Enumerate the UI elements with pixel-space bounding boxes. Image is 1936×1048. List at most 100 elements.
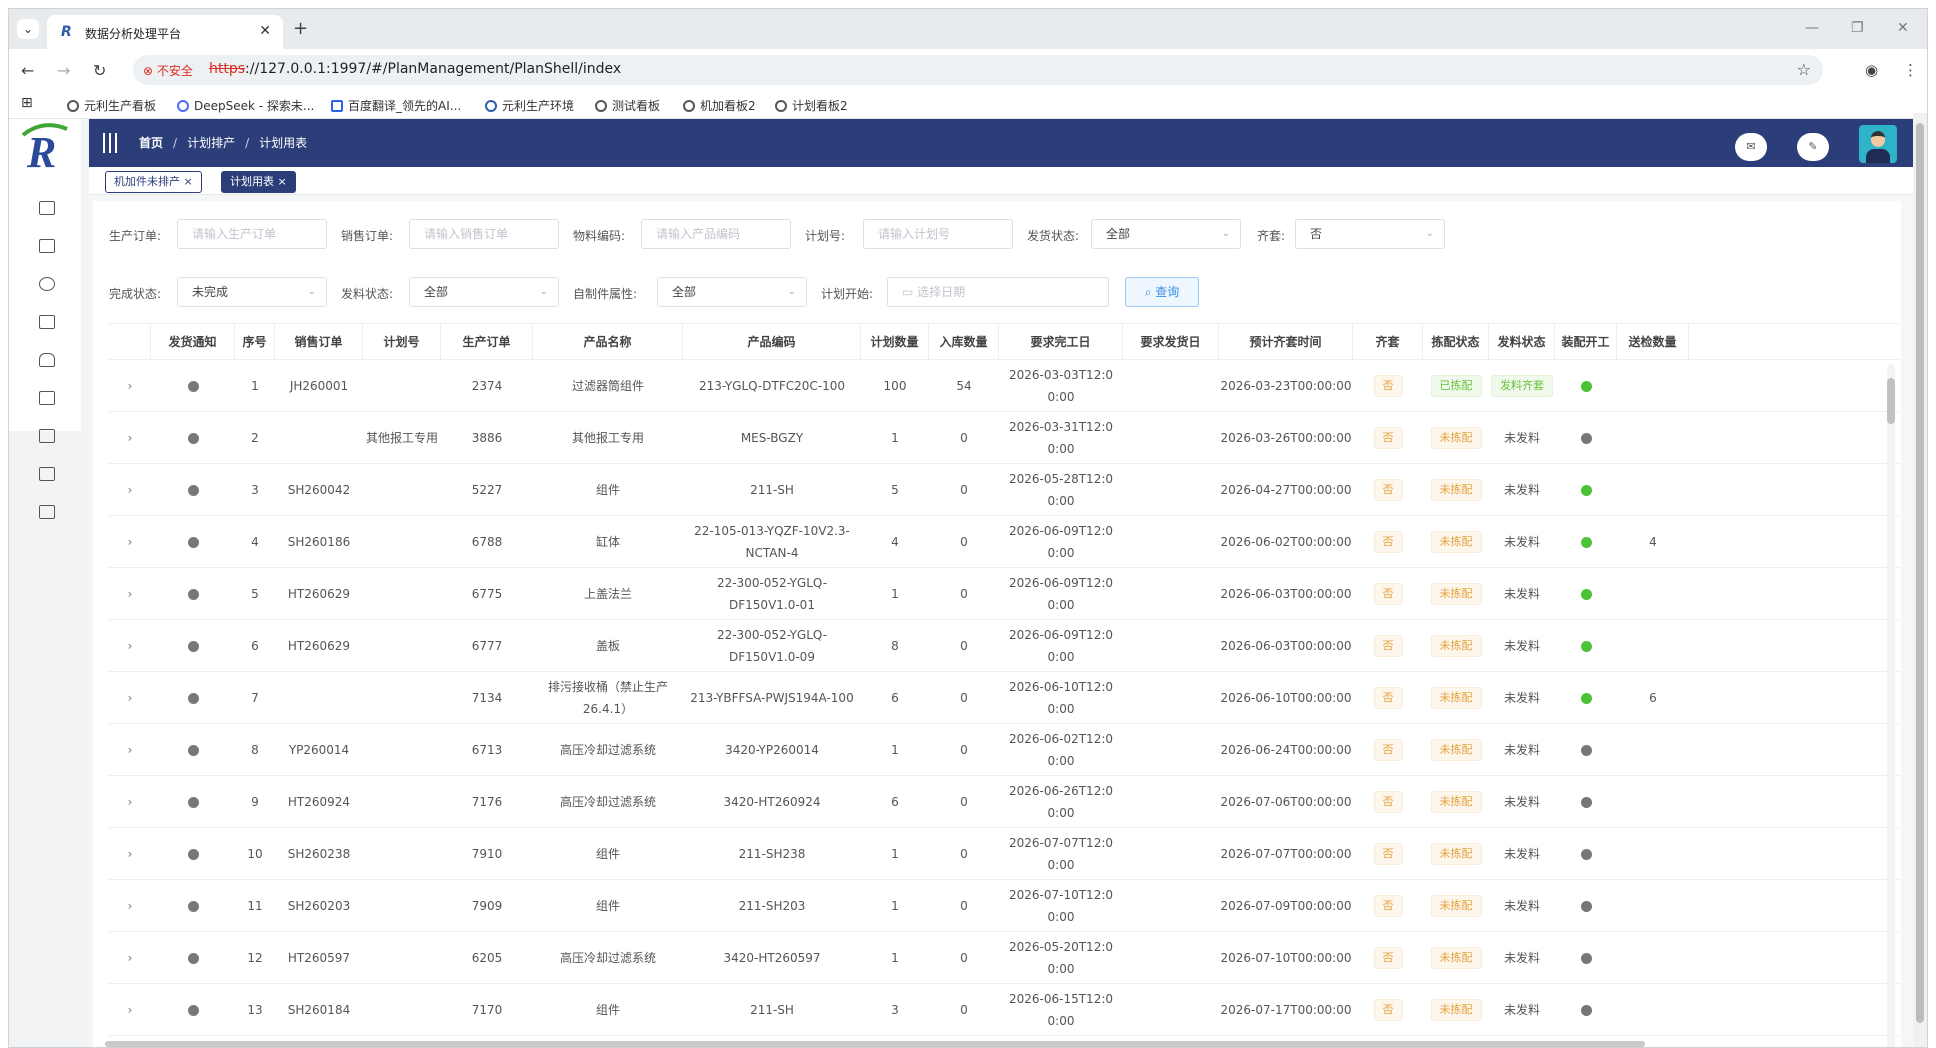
table-row[interactable]: › 9 HT260924 7176 高压冷却过滤系统 3420-HT260924 6 0 202… <box>109 776 1899 828</box>
table-row[interactable]: › 6 HT260629 6777 盖板 22-300-052-YGLQ-DF150V1.… <box>109 620 1899 672</box>
printer-icon[interactable] <box>39 391 55 405</box>
table-row[interactable]: › 12 HT260597 6205 高压冷却过滤系统 3420-HT260597 1 0 20… <box>109 932 1899 984</box>
ship-status-select[interactable]: 全部 ⌄ <box>1091 219 1241 249</box>
bookmark-star-icon[interactable]: ☆ <box>1797 60 1811 79</box>
bookmark-item[interactable]: 计划看板2 <box>775 97 848 114</box>
query-button[interactable]: ⌕ 查询 <box>1125 277 1199 307</box>
material-code-input[interactable]: 请输入产品编码 <box>641 219 791 249</box>
due-date-line2: 0:00 <box>1047 806 1075 820</box>
table-row[interactable]: › 13 SH260184 7170 组件 211-SH 3 0 2026-06-15T12:0… <box>109 984 1899 1036</box>
url-bar[interactable]: ⊗ 不安全 https://127.0.0.1:1997/#/PlanManag… <box>133 55 1823 85</box>
edit-icon[interactable]: ✎ <box>1797 133 1829 161</box>
tag-plan-table[interactable]: 计划用表 × <box>221 171 296 193</box>
plan-no-input[interactable]: 请输入计划号 <box>863 219 1013 249</box>
report-icon[interactable] <box>39 315 55 329</box>
calendar-icon[interactable] <box>39 505 55 519</box>
reload-icon[interactable]: ↻ <box>93 61 106 80</box>
bookmark-item[interactable]: 百度翻译_领先的AI... <box>331 97 461 114</box>
expand-row-icon[interactable]: › <box>128 739 133 761</box>
page-scrollbar[interactable] <box>1913 113 1927 1047</box>
table-cell: 2026-06-10T12:0 0:00 <box>999 672 1123 724</box>
table-row[interactable]: › 3 SH260042 5227 组件 211-SH 5 0 2026-05-28T12:0 0… <box>109 464 1899 516</box>
issue-status-select[interactable]: 全部 ⌄ <box>409 277 559 307</box>
tab-search-button[interactable]: ⌄ <box>17 19 39 39</box>
table-row[interactable]: › 11 SH260203 7909 组件 211-SH203 1 0 2026-07-10T1… <box>109 880 1899 932</box>
insecure-badge[interactable]: ⊗ 不安全 <box>143 62 193 79</box>
table-row[interactable]: › 5 HT260629 6775 上盖法兰 22-300-052-YGLQ-DF150V… <box>109 568 1899 620</box>
column-header: 齐套 <box>1353 324 1423 360</box>
stamp-icon[interactable] <box>39 353 55 367</box>
column-header: 计划号 <box>363 324 441 360</box>
bookmark-item[interactable]: 测试看板 <box>595 97 660 114</box>
table-cell: 1 <box>861 568 929 620</box>
table-cell: SH260238 <box>275 828 363 880</box>
message-icon[interactable]: ✉ <box>1735 133 1767 161</box>
assembly-start-dot <box>1580 640 1592 652</box>
profile-icon[interactable]: ◉ <box>1865 61 1878 79</box>
expand-row-icon[interactable]: › <box>128 479 133 501</box>
display-icon[interactable] <box>39 467 55 481</box>
back-icon[interactable]: ← <box>21 61 34 80</box>
expand-row-icon[interactable]: › <box>128 583 133 605</box>
expand-row-icon[interactable]: › <box>128 635 133 657</box>
url-text[interactable]: https://127.0.0.1:1997/#/PlanManagement/… <box>209 61 621 77</box>
document-search-icon[interactable] <box>39 239 55 253</box>
complete-set-select[interactable]: 否 ⌄ <box>1295 219 1445 249</box>
plan-start-datepicker[interactable]: ▭ 选择日期 <box>887 277 1109 307</box>
menu-toggle-icon[interactable] <box>103 133 121 153</box>
expand-row-icon[interactable]: › <box>128 687 133 709</box>
finish-status-select[interactable]: 未完成 ⌄ <box>177 277 327 307</box>
table-vertical-scrollbar[interactable] <box>1887 364 1895 1047</box>
pick-status-badge: 未拣配 <box>1430 479 1482 501</box>
forward-icon[interactable]: → <box>57 61 70 80</box>
page-scrollbar-thumb[interactable] <box>1916 123 1924 1023</box>
table-cell: 未发料 <box>1489 828 1555 880</box>
expand-row-icon[interactable]: › <box>128 895 133 917</box>
plan-qty-value: 3 <box>891 1003 899 1017</box>
browser-tab[interactable]: R 数据分析处理平台 ✕ <box>47 15 283 49</box>
expand-row-icon[interactable]: › <box>128 375 133 397</box>
close-tab-icon[interactable]: ✕ <box>259 23 271 39</box>
table-cell <box>1617 464 1689 516</box>
table-row[interactable]: › 1 JH260001 2374 过滤器筒组件 213-YGLQ-DTFC20C-100… <box>109 360 1899 412</box>
self-made-select[interactable]: 全部 ⌄ <box>657 277 807 307</box>
expand-row-icon[interactable]: › <box>128 947 133 969</box>
maximize-icon[interactable]: ❐ <box>1851 20 1864 36</box>
monitor-icon[interactable] <box>39 201 55 215</box>
user-avatar[interactable] <box>1859 125 1897 163</box>
expand-row-icon[interactable]: › <box>128 427 133 449</box>
expand-row-icon[interactable]: › <box>128 999 133 1021</box>
tools-icon[interactable] <box>39 277 55 291</box>
table-row[interactable]: › 8 YP260014 6713 高压冷却过滤系统 3420-YP260014 1 0 202… <box>109 724 1899 776</box>
due-date-value: 2026-07-07T12:0 0:00 <box>1009 832 1113 876</box>
expand-row-icon[interactable]: › <box>128 843 133 865</box>
sales-order-input[interactable]: 请输入销售订单 <box>409 219 559 249</box>
breadcrumb-item[interactable]: 计划排产 <box>187 136 235 150</box>
new-tab-icon[interactable]: + <box>293 18 308 39</box>
bookmark-item[interactable]: 元利生产环境 <box>485 97 574 114</box>
breadcrumb-home[interactable]: 首页 <box>139 136 163 150</box>
table-row[interactable]: › 7 7134 排污接收桶（禁止生产 26.4.1） 213-YBFFSA-PWJS1… <box>109 672 1899 724</box>
expand-row-icon[interactable]: › <box>128 791 133 813</box>
menu-kebab-icon[interactable]: ⋮ <box>1903 61 1918 79</box>
eta-complete-set-value: 2026-07-10T00:00:00 <box>1220 951 1352 965</box>
table-row[interactable]: › 10 SH260238 7910 组件 211-SH238 1 0 2026-07-07T1… <box>109 828 1899 880</box>
complete-set-badge: 否 <box>1373 843 1403 865</box>
product-code-value: 211-SH <box>750 1003 794 1017</box>
minimize-icon[interactable]: — <box>1805 20 1819 36</box>
table-cell: 2026-06-02T00:00:00 <box>1219 516 1353 568</box>
clipboard-icon[interactable] <box>39 429 55 443</box>
expand-row-icon[interactable]: › <box>128 531 133 553</box>
apps-grid-icon[interactable]: ⊞ <box>21 95 33 111</box>
tag-unscheduled-parts[interactable]: 机加件未排产 × <box>105 171 202 193</box>
production-order-input[interactable]: 请输入生产订单 <box>177 219 327 249</box>
table-cell: › <box>109 828 151 880</box>
table-row[interactable]: › 4 SH260186 6788 缸体 22-105-013-YQZF-10V2.3-N… <box>109 516 1899 568</box>
window-close-icon[interactable]: ✕ <box>1897 20 1909 36</box>
bookmark-item[interactable]: 元利生产看板 <box>67 97 156 114</box>
bookmark-item[interactable]: 机加看板2 <box>683 97 756 114</box>
table-row[interactable]: › 2 其他报工专用 3886 其他报工专用 MES-BGZY 1 0 2026-03-31T1… <box>109 412 1899 464</box>
table-horizontal-scrollbar[interactable] <box>105 1041 1645 1047</box>
bookmark-item[interactable]: DeepSeek - 探索未... <box>177 97 314 114</box>
scrollbar-thumb[interactable] <box>1887 378 1895 424</box>
